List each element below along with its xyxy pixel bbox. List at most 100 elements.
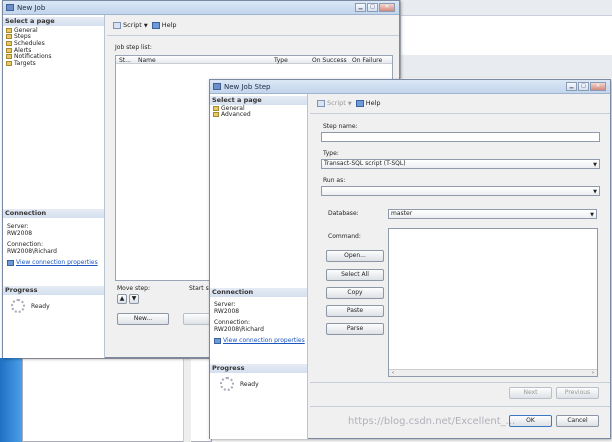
new-job-step-window: New Job Step ▁ □ ✕ Select a page General… — [209, 79, 611, 439]
connection-info: Server: RW2008 Connection: RW2008\Richar… — [7, 223, 98, 266]
window-icon — [213, 83, 221, 90]
move-up-button[interactable]: ▲ — [117, 294, 127, 304]
scroll-left-icon[interactable]: ‹ — [392, 370, 394, 376]
footer-separator — [310, 382, 610, 383]
background-panel — [22, 358, 212, 442]
move-down-button[interactable]: ▼ — [129, 294, 139, 304]
view-connection-properties-link[interactable]: View connection properties — [223, 337, 305, 344]
step-name-input[interactable] — [321, 132, 600, 142]
chevron-down-icon: ▼ — [347, 101, 352, 107]
connection-info: Server: RW2008 Connection: RW2008\Richar… — [214, 301, 305, 344]
progress-status: Ready — [220, 377, 259, 391]
toolbar: Script ▼ Help — [317, 99, 381, 107]
page-item-targets[interactable]: Targets — [6, 60, 52, 67]
connection-properties-icon — [7, 259, 14, 266]
help-button[interactable]: Help — [355, 99, 381, 107]
chevron-down-icon: ▼ — [593, 189, 597, 195]
connection-header: Connection — [3, 209, 104, 218]
maximize-button[interactable]: □ — [578, 82, 589, 91]
database-select[interactable]: master ▼ — [388, 209, 597, 219]
column-header-type[interactable]: Type — [274, 57, 288, 64]
new-job-step-titlebar[interactable]: New Job Step ▁ □ ✕ — [210, 80, 610, 94]
type-label: Type: — [323, 150, 339, 157]
help-button[interactable]: Help — [151, 21, 177, 29]
type-select[interactable]: Transact-SQL script (T-SQL) ▼ — [321, 159, 600, 169]
close-button[interactable]: ✕ — [590, 82, 606, 91]
help-icon — [151, 21, 160, 29]
toolbar: Script ▼ Help — [113, 21, 177, 29]
paste-button[interactable]: Paste — [326, 305, 384, 317]
page-list: General Steps Schedules Alerts Notificat… — [6, 27, 52, 67]
progress-header: Progress — [3, 286, 104, 295]
toolbar-separator — [310, 113, 610, 114]
chevron-down-icon: ▼ — [593, 162, 597, 168]
command-horizontal-scrollbar[interactable]: ‹ › — [389, 369, 597, 376]
new-step-button[interactable]: New... — [117, 313, 169, 325]
progress-spinner-icon — [11, 299, 25, 313]
ok-button[interactable]: OK — [509, 415, 552, 427]
grid-header: St... Name Type On Success On Failure — [116, 56, 392, 64]
column-header-on-failure[interactable]: On Failure — [352, 57, 382, 64]
page-icon — [213, 105, 219, 111]
watermark-text: https://blog.csdn.net/Excellent_... — [348, 416, 516, 427]
run-as-label: Run as: — [323, 177, 346, 184]
toolbar-separator — [107, 35, 399, 36]
help-icon — [355, 99, 364, 107]
page-icon — [6, 60, 12, 66]
column-header-status[interactable]: St... — [119, 57, 131, 64]
left-pane: Select a page General Steps Schedules Al… — [3, 15, 105, 358]
new-job-titlebar[interactable]: New Job ▁ □ ✕ — [3, 1, 399, 15]
page-icon — [213, 112, 219, 118]
parse-button[interactable]: Parse — [326, 323, 384, 335]
window-icon — [6, 4, 14, 11]
cancel-button[interactable]: Cancel — [556, 415, 599, 427]
chevron-down-icon: ▼ — [590, 212, 594, 218]
command-label: Command: — [328, 233, 361, 240]
close-button[interactable]: ✕ — [379, 3, 395, 12]
minimize-button[interactable]: ▁ — [566, 82, 577, 91]
desktop-background — [0, 358, 22, 442]
start-step-label: Start st — [189, 285, 212, 292]
copy-button[interactable]: Copy — [326, 287, 384, 299]
run-as-select[interactable]: ▼ — [321, 186, 600, 196]
progress-header: Progress — [210, 364, 307, 373]
job-step-list-label: Job step list: — [115, 44, 152, 51]
step-name-label: Step name: — [323, 123, 358, 130]
previous-button[interactable]: Previous — [556, 387, 599, 399]
progress-status: Ready — [11, 299, 50, 313]
scroll-right-icon[interactable]: › — [592, 370, 594, 376]
page-list: General Advanced — [213, 105, 251, 118]
script-button[interactable]: Script ▼ — [113, 21, 148, 29]
view-connection-properties-link[interactable]: View connection properties — [16, 259, 98, 266]
page-icon — [6, 27, 12, 33]
move-step-label: Move step: — [117, 285, 150, 292]
column-header-on-success[interactable]: On Success — [312, 57, 347, 64]
left-pane: Select a page General Advanced Connectio… — [210, 94, 308, 439]
chevron-down-icon: ▼ — [143, 23, 148, 29]
select-page-header: Select a page — [3, 17, 104, 26]
connection-header: Connection — [210, 288, 307, 297]
command-textarea[interactable]: ‹ › — [388, 228, 598, 377]
footer-separator-2 — [310, 406, 610, 407]
database-label: Database: — [328, 210, 359, 217]
script-icon — [317, 99, 325, 107]
select-all-button[interactable]: Select All — [326, 269, 384, 281]
column-header-name[interactable]: Name — [138, 57, 156, 64]
arrow-down-icon: ▼ — [131, 295, 137, 302]
window-title: New Job — [17, 4, 46, 12]
minimize-button[interactable]: ▁ — [355, 3, 366, 12]
page-icon — [6, 54, 12, 60]
open-button[interactable]: Open... — [326, 250, 384, 262]
select-page-header: Select a page — [210, 96, 307, 105]
page-icon — [6, 34, 12, 40]
next-button[interactable]: Next — [509, 387, 552, 399]
arrow-up-icon: ▲ — [119, 295, 125, 302]
page-item-advanced[interactable]: Advanced — [213, 111, 251, 118]
script-button[interactable]: Script ▼ — [317, 99, 352, 107]
connection-properties-icon — [214, 337, 221, 344]
page-icon — [6, 47, 12, 53]
maximize-button[interactable]: □ — [367, 3, 378, 12]
window-title: New Job Step — [224, 83, 271, 91]
progress-spinner-icon — [220, 377, 234, 391]
script-icon — [113, 21, 121, 29]
